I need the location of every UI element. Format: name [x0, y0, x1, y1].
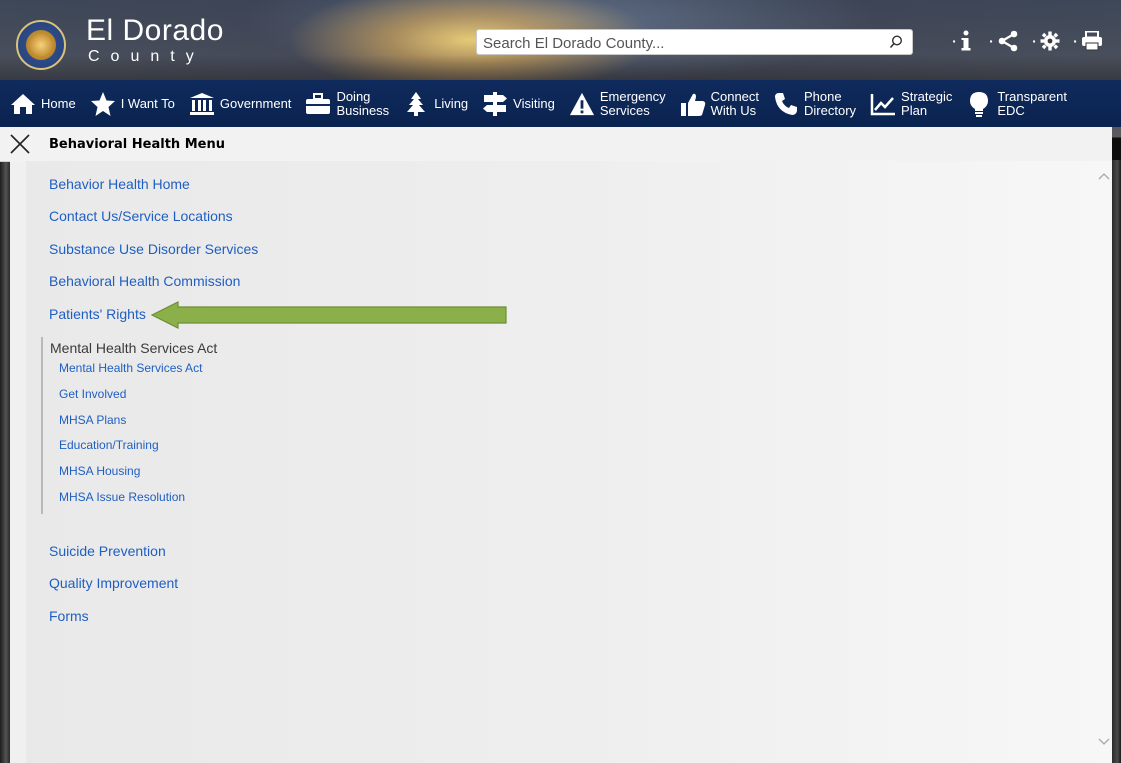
menu-link-contact-us[interactable]: Contact Us/Service Locations — [49, 208, 233, 224]
lightbulb-icon — [966, 91, 992, 117]
nav-label: Connect With Us — [710, 88, 760, 118]
background-right-edge — [1112, 160, 1121, 763]
nav-label: Visiting — [513, 95, 555, 111]
main-navbar: Home I Want To Government Doing Business… — [0, 80, 1121, 127]
search-box — [476, 29, 913, 56]
scroll-up-icon[interactable] — [1096, 169, 1112, 185]
site-header: El Dorado County · · · · — [0, 0, 1121, 80]
nav-home[interactable]: Home — [10, 80, 76, 127]
sub-link-mhsa-issue-resolution[interactable]: MHSA Issue Resolution — [59, 490, 185, 504]
menu-link-behavior-health-home[interactable]: Behavior Health Home — [49, 176, 190, 192]
background-left-edge — [0, 160, 10, 763]
county-seal-logo[interactable] — [16, 20, 66, 70]
utility-toolbar: · · · · — [943, 26, 1107, 56]
nav-phone-directory[interactable]: Phone Directory — [773, 80, 856, 127]
capitol-icon — [189, 91, 215, 117]
thumbs-up-icon — [680, 91, 706, 117]
warning-icon — [569, 91, 595, 117]
nav-label: Home — [41, 95, 76, 111]
menu-link-quality-improvement[interactable]: Quality Improvement — [49, 575, 178, 591]
search-icon[interactable] — [888, 34, 904, 50]
sub-link-education-training[interactable]: Education/Training — [59, 438, 159, 452]
section-menu-header: Behavioral Health Menu — [0, 127, 1112, 162]
nav-label: Doing Business — [336, 88, 390, 118]
nav-label: Transparent EDC — [997, 88, 1067, 118]
panel-left-strip — [10, 161, 26, 763]
nav-label: I Want To — [120, 95, 175, 111]
phone-icon — [773, 91, 799, 117]
sub-link-mhsa-housing[interactable]: MHSA Housing — [59, 464, 140, 478]
nav-transparent-edc[interactable]: Transparent EDC — [966, 80, 1067, 127]
menu-link-patients-rights[interactable]: Patients' Rights — [49, 306, 146, 322]
briefcase-icon — [305, 91, 331, 117]
share-icon[interactable]: · — [985, 26, 1023, 56]
nav-label: Emergency Services — [599, 88, 666, 118]
chart-icon — [870, 91, 896, 117]
sub-link-get-involved[interactable]: Get Involved — [59, 387, 126, 401]
menu-link-substance-use[interactable]: Substance Use Disorder Services — [49, 241, 258, 257]
nav-label: Government — [219, 95, 292, 111]
nav-living[interactable]: Living — [403, 80, 468, 127]
nav-government[interactable]: Government — [189, 80, 292, 127]
gear-icon[interactable]: · — [1027, 26, 1065, 56]
info-icon[interactable]: · — [943, 26, 981, 56]
print-icon[interactable]: · — [1069, 26, 1107, 56]
home-icon — [10, 91, 36, 117]
menu-link-suicide-prevention[interactable]: Suicide Prevention — [49, 543, 166, 559]
nav-label: Phone Directory — [804, 88, 857, 118]
nav-i-want-to[interactable]: I Want To — [90, 80, 175, 127]
tree-icon — [403, 91, 429, 117]
menu-link-forms[interactable]: Forms — [49, 608, 89, 624]
nav-visiting[interactable]: Visiting — [482, 80, 555, 127]
sub-link-mhsa-plans[interactable]: MHSA Plans — [59, 413, 126, 427]
scroll-down-icon[interactable] — [1096, 735, 1112, 751]
nav-label: Living — [434, 95, 469, 111]
nav-doing-business[interactable]: Doing Business — [305, 80, 389, 127]
site-subtitle: County — [88, 48, 205, 65]
menu-link-behavioral-health-commission[interactable]: Behavioral Health Commission — [49, 273, 240, 289]
subgroup-heading: Mental Health Services Act — [50, 340, 218, 356]
close-icon[interactable] — [8, 132, 32, 156]
mhsa-subgroup: Mental Health Services Act Mental Health… — [41, 337, 243, 514]
nav-connect-with-us[interactable]: Connect With Us — [680, 80, 759, 127]
menu-scrollbar[interactable] — [1096, 161, 1112, 763]
search-input[interactable] — [477, 30, 885, 56]
nav-label: Strategic Plan — [901, 88, 953, 118]
nav-strategic-plan[interactable]: Strategic Plan — [870, 80, 952, 127]
annotation-arrow — [150, 301, 507, 329]
site-title[interactable]: El Dorado — [86, 16, 224, 46]
signpost-icon — [482, 91, 508, 117]
menu-title: Behavioral Health Menu — [49, 137, 225, 152]
nav-emergency-services[interactable]: Emergency Services — [569, 80, 666, 127]
sub-link-mhsa[interactable]: Mental Health Services Act — [59, 361, 202, 375]
star-icon — [90, 91, 116, 117]
